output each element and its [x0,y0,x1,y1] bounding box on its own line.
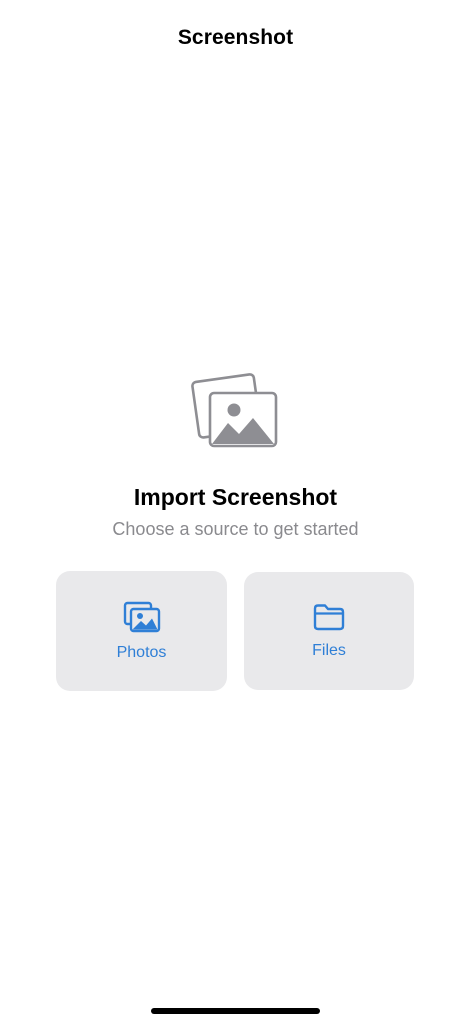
photo-stack-icon [190,372,282,452]
empty-state-subtitle: Choose a source to get started [112,519,359,539]
photos-icon [123,601,161,633]
navigation-bar: Screenshot [0,0,471,80]
photos-label: Photos [116,644,167,661]
files-label: Files [312,642,346,659]
files-source-button[interactable]: Files [244,572,414,690]
photos-source-button[interactable]: Photos [56,571,227,691]
folder-icon [312,602,346,632]
empty-state-title: Import Screenshot [133,484,338,510]
page-title: Screenshot [177,26,294,49]
home-indicator[interactable] [151,1008,320,1014]
